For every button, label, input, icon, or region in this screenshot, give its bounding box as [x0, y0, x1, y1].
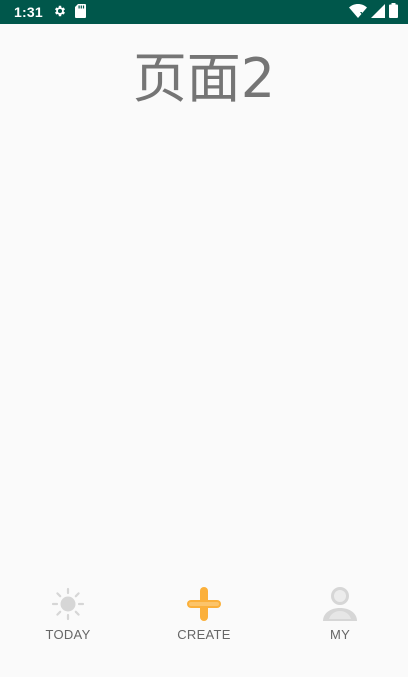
- sun-icon: [49, 585, 87, 623]
- battery-icon: [389, 2, 398, 22]
- nav-label-my: MY: [329, 627, 351, 642]
- nav-item-create[interactable]: CREATE: [136, 573, 272, 677]
- wifi-icon: [349, 3, 367, 22]
- page-title: 页面2: [132, 47, 276, 110]
- status-bar: 1:31: [0, 0, 408, 24]
- status-time: 1:31: [14, 4, 43, 20]
- nav-item-my[interactable]: MY: [272, 573, 408, 677]
- bottom-navigation: TODAY CREATE MY: [0, 573, 408, 677]
- signal-icon: [371, 3, 385, 22]
- nav-item-today[interactable]: TODAY: [0, 573, 136, 677]
- person-icon: [321, 585, 359, 623]
- status-left-icons: [53, 3, 86, 22]
- sd-card-icon: [74, 3, 86, 22]
- gear-icon: [53, 3, 67, 22]
- plus-icon: [185, 585, 223, 623]
- nav-label-today: TODAY: [45, 627, 91, 642]
- status-right-icons: [349, 2, 398, 22]
- nav-label-create: CREATE: [177, 627, 231, 642]
